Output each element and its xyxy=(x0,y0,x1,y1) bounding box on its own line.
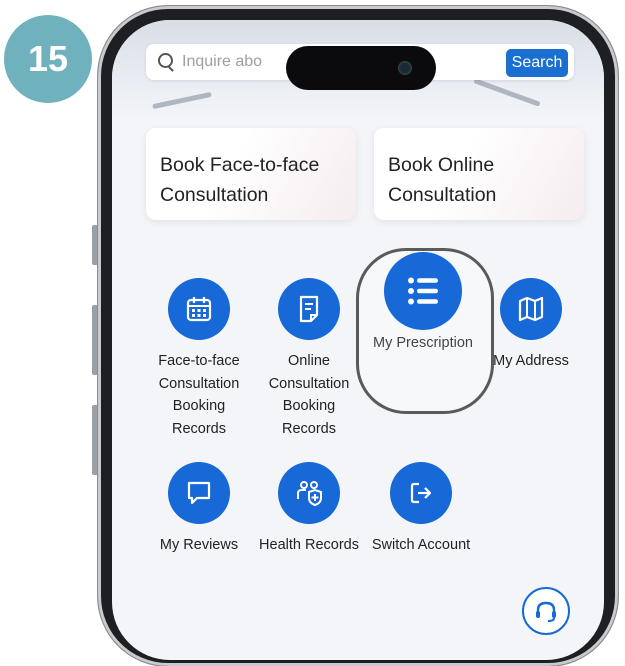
function-label: Switch Account xyxy=(371,537,471,553)
phone-screen: Inquire abo Search Book Face-to-face Con… xyxy=(112,20,604,660)
search-input[interactable]: Inquire abo xyxy=(182,44,262,80)
switch-arrow-icon xyxy=(390,462,452,524)
face-to-face-records-item[interactable]: Face-to-face Consultation Booking Record… xyxy=(144,278,254,440)
function-label: Online Consultation Booking Records xyxy=(268,353,350,437)
my-reviews-item[interactable]: My Reviews xyxy=(144,462,254,557)
card-title: Book Face-to-face Consultation xyxy=(160,154,320,206)
calendar-icon xyxy=(168,278,230,340)
switch-account-item[interactable]: Switch Account xyxy=(366,462,476,557)
dynamic-island xyxy=(286,46,436,90)
banner-decoration xyxy=(152,91,212,110)
step-number-badge: 15 xyxy=(4,15,92,103)
book-online-card[interactable]: Book Online Consultation xyxy=(374,128,584,220)
card-title: Book Online Consultation xyxy=(388,154,497,206)
health-records-item[interactable]: Health Records xyxy=(254,462,364,557)
function-label: Face-to-face Consultation Booking Record… xyxy=(158,353,240,437)
search-button[interactable]: Search xyxy=(506,49,568,77)
map-icon xyxy=(500,278,562,340)
book-face-to-face-card[interactable]: Book Face-to-face Consultation xyxy=(146,128,356,220)
my-address-item[interactable]: My Address xyxy=(476,278,586,373)
function-label: My Address xyxy=(493,353,569,369)
list-icon xyxy=(384,252,462,330)
function-label: Health Records xyxy=(259,537,359,553)
chat-bubble-icon xyxy=(168,462,230,524)
my-prescription-item[interactable]: My Prescription xyxy=(368,252,478,355)
function-label: My Reviews xyxy=(159,537,239,553)
headset-icon xyxy=(536,601,556,622)
front-camera xyxy=(398,61,412,75)
document-icon xyxy=(278,278,340,340)
family-shield-icon xyxy=(278,462,340,524)
banner-decoration xyxy=(473,78,541,107)
search-icon xyxy=(158,53,173,68)
function-label: My Prescription xyxy=(373,335,473,351)
online-records-item[interactable]: Online Consultation Booking Records xyxy=(254,278,364,440)
